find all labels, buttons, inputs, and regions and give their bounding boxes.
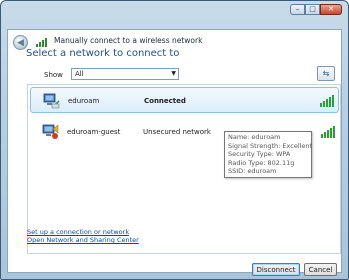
tooltip-name: Name: eduroam [228,133,281,141]
tooltip-signal-strength: Signal Strength: Excellent [228,141,313,150]
setup-connection-link[interactable]: Set up a connection or network [27,228,129,236]
network-status: Connected [144,97,186,105]
show-filter-value: All [75,70,84,78]
tooltip-security-type: Security Type: WPA [228,150,291,159]
wireless-signal-icon [36,38,47,47]
caption-buttons: – □ ✕ [290,4,342,15]
close-button[interactable]: ✕ [320,4,342,15]
tooltip-ssid: SSID: eduroam [228,167,277,176]
maximize-button[interactable]: □ [305,4,320,15]
window-title: Manually connect to a wireless network [54,36,203,45]
show-filter-label: Show [44,71,63,79]
network-row-eduroam[interactable]: eduroam Connected [30,87,339,113]
tooltip-radio-type: Radio Type: 802.11g [228,158,295,167]
refresh-icon: ⇆ [322,69,330,78]
chevron-down-icon: ▼ [171,70,176,77]
disconnect-button[interactable]: Disconnect [252,263,300,276]
dialog-client-area: ◀ Manually connect to a wireless network… [7,29,342,276]
cancel-button[interactable]: Cancel [304,263,337,276]
dialog-window: – □ ✕ ◀ Manually connect to a wireless n… [0,0,349,280]
unsecured-network-icon [42,124,59,139]
network-name: eduroam [68,97,100,105]
signal-strength-icon [320,93,334,107]
signal-strength-icon [321,124,335,138]
network-status: Unsecured network [143,128,211,136]
wireless-network-icon [43,93,60,109]
open-network-center-link[interactable]: Open Network and Sharing Center [27,236,139,244]
page-heading: Select a network to connect to [26,48,180,59]
show-filter-dropdown[interactable]: All ▼ [71,68,179,80]
refresh-button[interactable]: ⇆ [317,66,335,81]
network-details-tooltip: Name: eduroam Signal Strength: Excellent… [224,131,312,178]
minimize-button[interactable]: – [290,4,305,15]
network-name: eduroam-guest [67,128,121,136]
